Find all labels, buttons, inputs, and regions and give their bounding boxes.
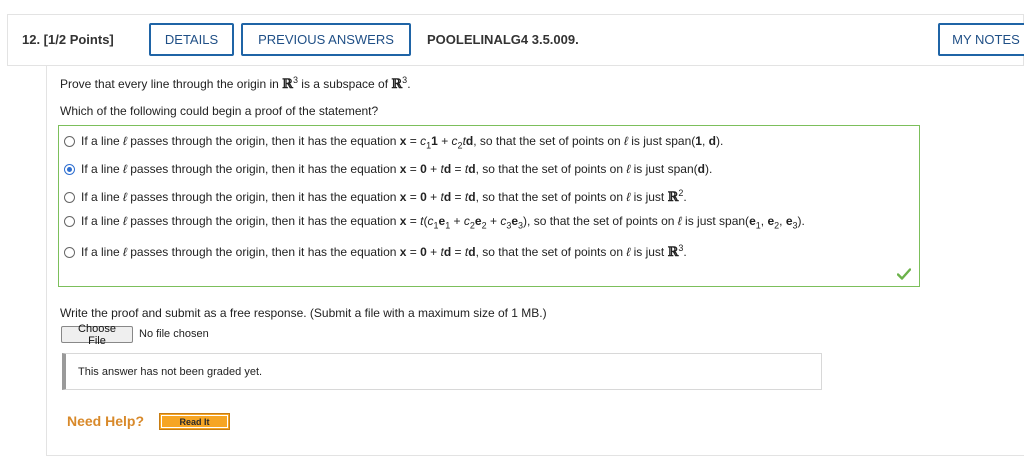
choice-1[interactable]: If a line ℓ passes through the origin, t… (64, 134, 724, 151)
read-it-button[interactable]: Read It (159, 413, 230, 430)
choice-5-radio[interactable] (64, 247, 75, 258)
answer-choices: If a line ℓ passes through the origin, t… (58, 125, 920, 287)
choice-2[interactable]: If a line ℓ passes through the origin, t… (64, 162, 712, 176)
choice-3-text: If a line ℓ passes through the origin, t… (81, 188, 687, 206)
choice-4-text: If a line ℓ passes through the origin, t… (81, 214, 805, 231)
question-number: 12. [1/2 Points] (22, 32, 114, 47)
question-prompt: Prove that every line through the origin… (60, 75, 411, 93)
no-file-status: No file chosen (139, 328, 209, 340)
choice-2-text: If a line ℓ passes through the origin, t… (81, 162, 713, 176)
grading-status-box: This answer has not been graded yet. (62, 353, 822, 390)
need-help-label: Need Help? (67, 413, 145, 429)
my-notes-button[interactable]: MY NOTES (938, 23, 1024, 56)
choice-4-radio[interactable] (64, 215, 75, 227)
details-button[interactable]: DETAILS (149, 23, 234, 56)
free-response-instruction: Write the proof and submit as a free res… (60, 306, 547, 320)
grading-status-text: This answer has not been graded yet. (78, 366, 263, 378)
choice-1-radio[interactable] (64, 135, 75, 147)
question-header: 12. [1/2 Points] DETAILS PREVIOUS ANSWER… (7, 14, 1024, 66)
choice-1-text: If a line ℓ passes through the origin, t… (81, 134, 724, 151)
choice-5-text: If a line ℓ passes through the origin, t… (81, 243, 687, 261)
choice-5[interactable]: If a line ℓ passes through the origin, t… (64, 243, 687, 261)
choose-file-button[interactable]: Choose File (61, 323, 133, 347)
choice-2-radio-selected[interactable] (64, 163, 75, 175)
choice-3[interactable]: If a line ℓ passes through the origin, t… (64, 188, 687, 206)
previous-answers-button[interactable]: PREVIOUS ANSWERS (241, 23, 411, 56)
choice-3-radio[interactable] (64, 192, 75, 203)
choice-4[interactable]: If a line ℓ passes through the origin, t… (64, 214, 805, 231)
correct-checkmark-icon (897, 268, 911, 280)
question-subprompt: Which of the following could begin a pro… (60, 104, 379, 118)
question-code: POOLELINALG4 3.5.009. (427, 32, 579, 47)
